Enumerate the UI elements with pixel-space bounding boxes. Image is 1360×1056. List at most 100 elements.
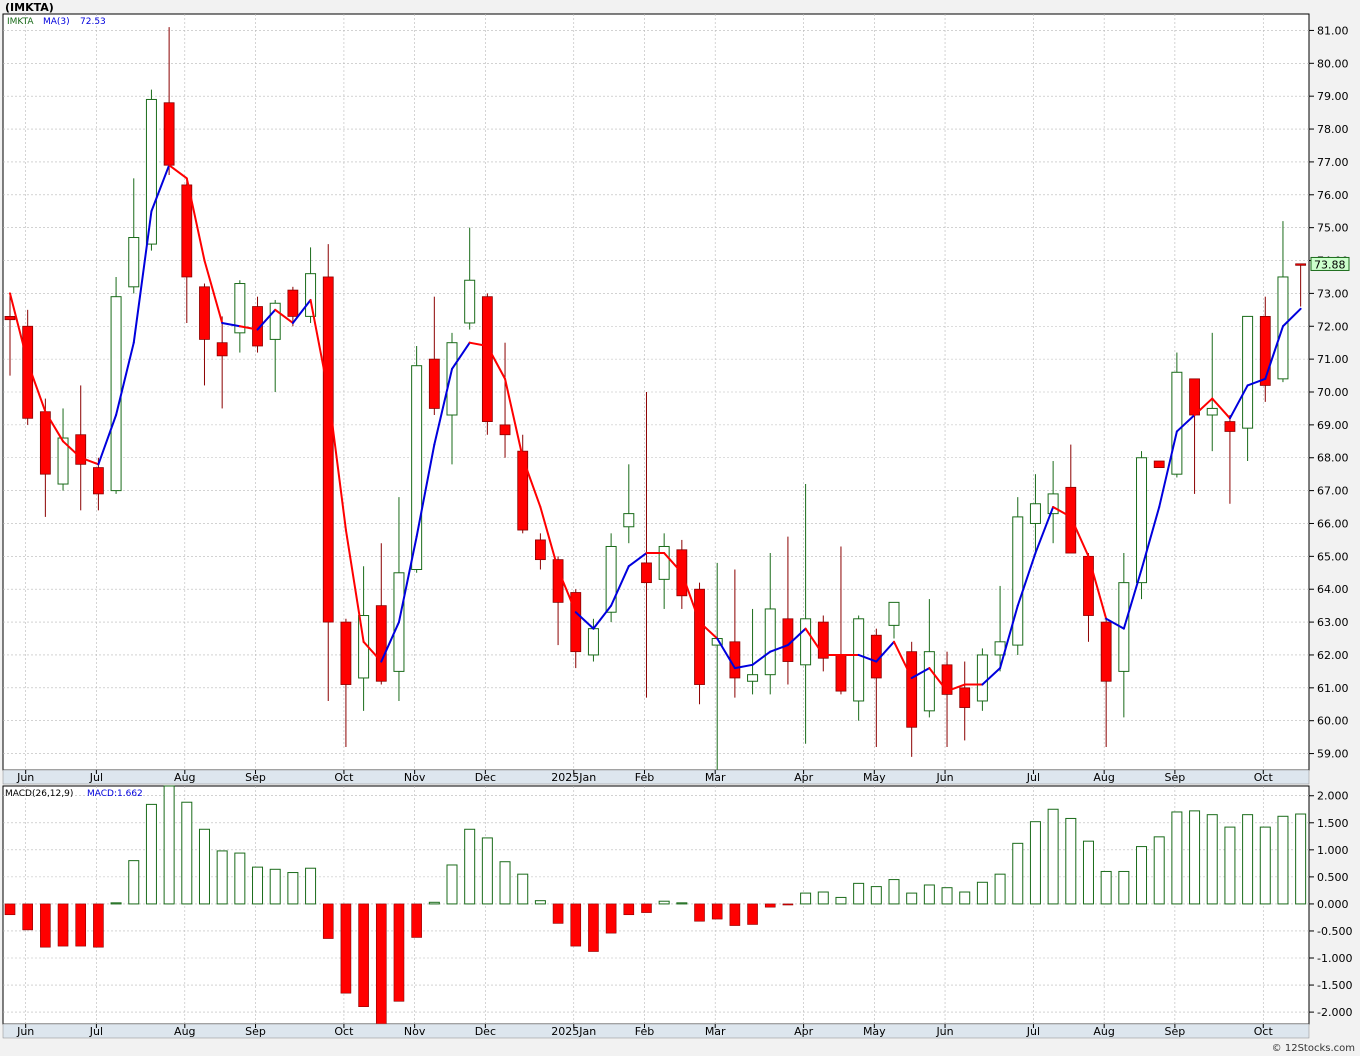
candle-body-up xyxy=(623,513,635,528)
price-y-tick-label: 66.00 xyxy=(1317,517,1349,530)
price-x-tick-label: Oct xyxy=(334,771,354,784)
candle-body-up xyxy=(587,628,599,656)
candle-body-down xyxy=(1189,378,1200,416)
macd-bar-positive xyxy=(1012,842,1024,905)
chart-title: (IMKTA) xyxy=(5,1,54,14)
macd-x-tick-label: Mar xyxy=(705,1025,726,1038)
macd-bar-positive xyxy=(906,892,918,905)
macd-bar-positive xyxy=(128,860,140,905)
macd-bar-negative xyxy=(4,903,16,916)
macd-y-tick-label: -0.500 xyxy=(1317,925,1352,938)
price-x-tick-label: Mar xyxy=(705,771,726,784)
macd-y-axis: -2.000 -1.500 -1.000 -0.500 0.000 0.500 1.000 1… xyxy=(1309,790,1352,1019)
macd-x-tick-label: Apr xyxy=(794,1025,814,1038)
macd-bar-positive xyxy=(110,902,122,905)
macd-bar-positive xyxy=(1259,826,1271,905)
macd-bar-positive xyxy=(853,882,865,905)
price-y-tick-label: 71.00 xyxy=(1317,353,1349,366)
macd-bar-negative xyxy=(729,903,741,926)
macd-y-tick-label: 1.500 xyxy=(1317,817,1349,830)
price-y-tick-label: 65.00 xyxy=(1317,550,1349,563)
candle-body-up xyxy=(923,651,935,712)
macd-bar-positive xyxy=(1295,813,1307,905)
macd-y-tick-label: -1.000 xyxy=(1317,952,1352,965)
candle-body-up xyxy=(1012,516,1024,646)
macd-bar-positive xyxy=(870,886,882,905)
candle-body-down xyxy=(535,539,546,561)
candle-body-down xyxy=(93,467,104,495)
macd-bar-negative xyxy=(57,903,69,947)
candle-body-up xyxy=(1171,371,1183,475)
price-y-tick-label: 70.00 xyxy=(1317,386,1349,399)
macd-panel: MACD(26,12,9) MACD:1.662 -2.000 -1.500 -1.… xyxy=(2,785,1352,1039)
macd-bar-positive xyxy=(1224,826,1236,905)
candle-body-up xyxy=(747,674,759,682)
price-y-tick-label: 81.00 xyxy=(1317,24,1349,37)
candle-body-up xyxy=(853,618,865,702)
candle-body-down xyxy=(375,605,387,682)
price-x-tick-label: Aug xyxy=(174,771,195,784)
macd-bar-negative xyxy=(694,903,705,922)
macd-bar-positive xyxy=(941,887,953,905)
candle-body-down xyxy=(1153,460,1165,469)
price-y-tick-label: 63.00 xyxy=(1317,616,1349,629)
macd-bar-negative xyxy=(764,903,776,908)
candle-body-down xyxy=(729,641,741,679)
price-y-tick-label: 72.00 xyxy=(1317,320,1349,333)
macd-y-tick-label: -1.500 xyxy=(1317,979,1352,992)
macd-bar-positive xyxy=(923,884,935,905)
macd-bar-positive xyxy=(1118,870,1130,905)
macd-bar-positive xyxy=(481,837,493,905)
price-y-tick-label: 62.00 xyxy=(1317,649,1349,662)
candle-body-down xyxy=(694,588,705,685)
candle-body-up xyxy=(464,279,476,324)
macd-bar-positive xyxy=(994,873,1006,905)
candle-body-up xyxy=(1047,493,1059,515)
macd-bar-negative xyxy=(358,903,369,1007)
macd-bar-negative xyxy=(375,903,387,1025)
price-y-tick-label: 80.00 xyxy=(1317,57,1349,70)
macd-bar-positive xyxy=(1136,846,1148,905)
footer-credit: © 12Stocks.com xyxy=(1272,1043,1355,1054)
price-x-tick-label: Oct xyxy=(1254,771,1274,784)
price-y-tick-label: 77.00 xyxy=(1317,156,1349,169)
price-y-tick-label: 73.00 xyxy=(1317,287,1349,300)
price-y-tick-label: 78.00 xyxy=(1317,123,1349,136)
macd-bar-negative xyxy=(605,903,617,934)
candle-body-down xyxy=(1295,263,1307,266)
macd-bar-negative xyxy=(393,903,405,1002)
candle-body-up xyxy=(1242,315,1254,429)
price-x-tick-label: Feb xyxy=(635,771,654,784)
macd-bar-positive xyxy=(1047,808,1059,905)
macd-bar-positive xyxy=(800,892,812,905)
candle-body-down xyxy=(428,358,440,409)
macd-bar-negative xyxy=(623,903,635,916)
candle-body-up xyxy=(1029,503,1041,524)
candle-body-down xyxy=(4,315,16,321)
candle-body-down xyxy=(287,289,299,317)
macd-bar-positive xyxy=(1277,815,1289,905)
candle-body-down xyxy=(1100,621,1112,682)
price-x-tick-label: Aug xyxy=(1093,771,1114,784)
candle-body-up xyxy=(658,545,670,580)
price-y-tick-label: 59.00 xyxy=(1317,748,1349,761)
price-y-tick-label: 60.00 xyxy=(1317,715,1349,728)
macd-bar-positive xyxy=(1171,811,1183,905)
candle-body-down xyxy=(1224,421,1236,432)
macd-x-tick-label: 2025Jan xyxy=(551,1025,596,1038)
macd-x-tick-label: Feb xyxy=(635,1025,654,1038)
price-x-tick-label: Sep xyxy=(1165,771,1186,784)
macd-bar-positive xyxy=(1206,814,1218,905)
candle-body-down xyxy=(1259,315,1271,386)
macd-bar-negative xyxy=(340,903,352,994)
macd-bar-positive xyxy=(1029,821,1041,905)
price-x-tick-label: Apr xyxy=(794,771,814,784)
price-x-tick-label: Dec xyxy=(475,771,496,784)
macd-bar-negative xyxy=(711,903,723,920)
candle-body-down xyxy=(1065,486,1077,554)
candle-body-down xyxy=(322,276,334,623)
macd-bar-positive xyxy=(428,901,440,905)
macd-bar-negative xyxy=(75,903,87,947)
price-x-tick-label: Sep xyxy=(245,771,266,784)
candle-body-down xyxy=(906,651,918,728)
